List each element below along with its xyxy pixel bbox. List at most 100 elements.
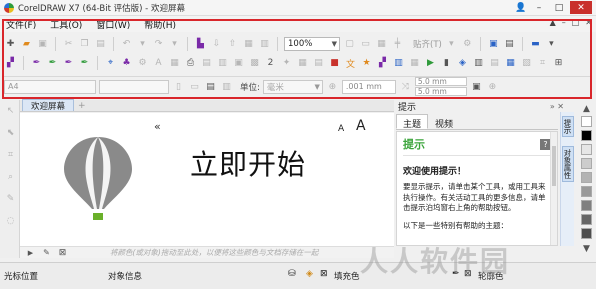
- shape-tool-icon[interactable]: ⬉: [4, 126, 17, 139]
- pen-tool-icon[interactable]: ✒: [30, 57, 43, 70]
- pen-extra-icon[interactable]: ✒: [78, 57, 91, 70]
- color-swatch[interactable]: [581, 158, 592, 169]
- save-icon[interactable]: ▣: [36, 38, 49, 51]
- units-select[interactable]: 毫米 ▼: [262, 79, 323, 94]
- import-icon[interactable]: ⇩: [210, 38, 223, 51]
- insert-number-icon[interactable]: 2: [264, 57, 277, 70]
- menu-window[interactable]: 窗口(W): [96, 18, 130, 31]
- page-dimensions-field[interactable]: [99, 79, 169, 94]
- menu-file[interactable]: 文件(F): [6, 18, 36, 31]
- distribute-icon[interactable]: ▦: [504, 57, 517, 70]
- no-color-swatch[interactable]: [581, 116, 592, 127]
- docker-close-icon[interactable]: » ✕: [550, 102, 564, 111]
- table-icon[interactable]: ▦: [168, 57, 181, 70]
- export-icon[interactable]: ⇧: [226, 38, 239, 51]
- redo-dropdown-icon[interactable]: ▾: [168, 38, 181, 51]
- color-swatch[interactable]: [581, 200, 592, 211]
- doc-close-button[interactable]: ✕: [585, 18, 592, 27]
- dimension-icon[interactable]: ▧: [520, 57, 533, 70]
- duplicate-x-field[interactable]: 5.0 mm: [414, 77, 467, 86]
- page-size-select[interactable]: A4: [4, 79, 96, 94]
- maximize-button[interactable]: □: [550, 1, 568, 14]
- doc-restore-button[interactable]: □: [572, 18, 580, 27]
- object-manager-icon[interactable]: ▦: [296, 57, 309, 70]
- undo-dropdown-icon[interactable]: ▾: [136, 38, 149, 51]
- font-icon[interactable]: 文: [344, 57, 357, 70]
- gear-icon[interactable]: ⚙: [136, 57, 149, 70]
- add-tab-icon[interactable]: +: [78, 101, 86, 111]
- play-icon[interactable]: ▶: [424, 57, 437, 70]
- transform-icon[interactable]: ⌖: [104, 57, 117, 70]
- crop-tool-icon[interactable]: ⌗: [4, 148, 17, 161]
- undo-icon[interactable]: ↶: [120, 38, 133, 51]
- chevron-down-icon[interactable]: ▾: [445, 38, 458, 51]
- full-screen-preview-icon[interactable]: ▢: [343, 38, 356, 51]
- show-grid-icon[interactable]: ▦: [375, 38, 388, 51]
- freehand-tool-icon[interactable]: ✎: [4, 192, 17, 205]
- palette-scroll-down-icon[interactable]: ▼: [580, 242, 593, 255]
- color-swatch[interactable]: [581, 172, 592, 183]
- clone-icon[interactable]: ▤: [312, 57, 325, 70]
- portrait-icon[interactable]: ▯: [172, 80, 185, 93]
- add-toolbar-icon[interactable]: ⊕: [486, 80, 499, 93]
- effects-icon[interactable]: ▞: [376, 57, 389, 70]
- tab-videos[interactable]: 视频: [428, 114, 460, 130]
- new-document-icon[interactable]: ✚: [4, 38, 17, 51]
- grid-icon[interactable]: ▦: [408, 57, 421, 70]
- smart-fill-icon[interactable]: ◌: [4, 214, 17, 227]
- text-tool-icon[interactable]: A: [152, 57, 165, 70]
- current-page-icon[interactable]: ▥: [220, 80, 233, 93]
- workspace-icon[interactable]: ▬: [529, 38, 542, 51]
- macro-icon[interactable]: ⊞: [552, 57, 565, 70]
- publish-pdf-icon[interactable]: ▦: [242, 38, 255, 51]
- gradient-icon[interactable]: ▥: [392, 57, 405, 70]
- user-account-icon[interactable]: 👤: [514, 1, 528, 14]
- palette-scroll-up-icon[interactable]: ▲: [580, 102, 593, 115]
- minimize-button[interactable]: –: [530, 1, 548, 14]
- nudge-distance-field[interactable]: .001 mm: [341, 79, 396, 94]
- options-icon[interactable]: ⚙: [461, 38, 474, 51]
- increase-font-button[interactable]: A: [356, 118, 366, 134]
- docker-tab-hints[interactable]: 提示: [562, 116, 574, 137]
- snap-to-menu[interactable]: 贴齐(T): [413, 38, 442, 50]
- layout-icon[interactable]: ▤: [200, 57, 213, 70]
- decrease-font-button[interactable]: A: [338, 124, 344, 134]
- open-folder-icon[interactable]: ▰: [20, 38, 33, 51]
- align-icon[interactable]: ▥: [216, 57, 229, 70]
- ribbon-collapse-icon[interactable]: ▲: [550, 18, 556, 27]
- copy-icon[interactable]: ❐: [78, 38, 91, 51]
- tab-welcome-screen[interactable]: 欢迎屏幕: [22, 99, 75, 112]
- landscape-icon[interactable]: ▭: [188, 80, 201, 93]
- docker-tab-object-properties[interactable]: 对象属性: [562, 146, 574, 182]
- search-content-icon[interactable]: ▙: [194, 38, 207, 51]
- menu-help[interactable]: 帮助(H): [144, 18, 176, 31]
- zoom-level-select[interactable]: 100% ▼: [284, 37, 340, 51]
- symbol-icon[interactable]: ✦: [280, 57, 293, 70]
- welcome-screen-icon[interactable]: ▣: [487, 38, 500, 51]
- hints-scrollbar[interactable]: [550, 132, 557, 245]
- brush-icon[interactable]: ♣: [120, 57, 133, 70]
- pen-green-icon[interactable]: ✒: [46, 57, 59, 70]
- print-icon[interactable]: ⎙: [184, 57, 197, 70]
- combine-icon[interactable]: ▩: [248, 57, 261, 70]
- text-properties-icon[interactable]: ■: [328, 57, 341, 70]
- page-options-icon[interactable]: ▣: [470, 80, 483, 93]
- color-swatch[interactable]: [581, 186, 592, 197]
- eyedropper-icon[interactable]: ✎: [40, 246, 53, 259]
- chevron-down-icon[interactable]: ▾: [545, 38, 558, 51]
- redo-icon[interactable]: ↷: [152, 38, 165, 51]
- pick-tool-icon[interactable]: ↖: [4, 104, 17, 117]
- corel-connect-icon[interactable]: ▞: [4, 57, 17, 70]
- group-icon[interactable]: ▣: [232, 57, 245, 70]
- color-swatch[interactable]: [581, 144, 592, 155]
- collapse-panel-button[interactable]: «: [154, 120, 161, 133]
- duplicate-y-field[interactable]: 5.0 mm: [414, 87, 467, 96]
- color-styles-icon[interactable]: ▤: [488, 57, 501, 70]
- menu-tools[interactable]: 工具(O): [50, 18, 82, 31]
- contour-icon[interactable]: ◈: [456, 57, 469, 70]
- play-icon[interactable]: ▶: [24, 246, 37, 259]
- app-launcher-icon[interactable]: ▥: [258, 38, 271, 51]
- color-swatch[interactable]: [581, 214, 592, 225]
- star-icon[interactable]: ★: [360, 57, 373, 70]
- pen-purple-icon[interactable]: ✒: [62, 57, 75, 70]
